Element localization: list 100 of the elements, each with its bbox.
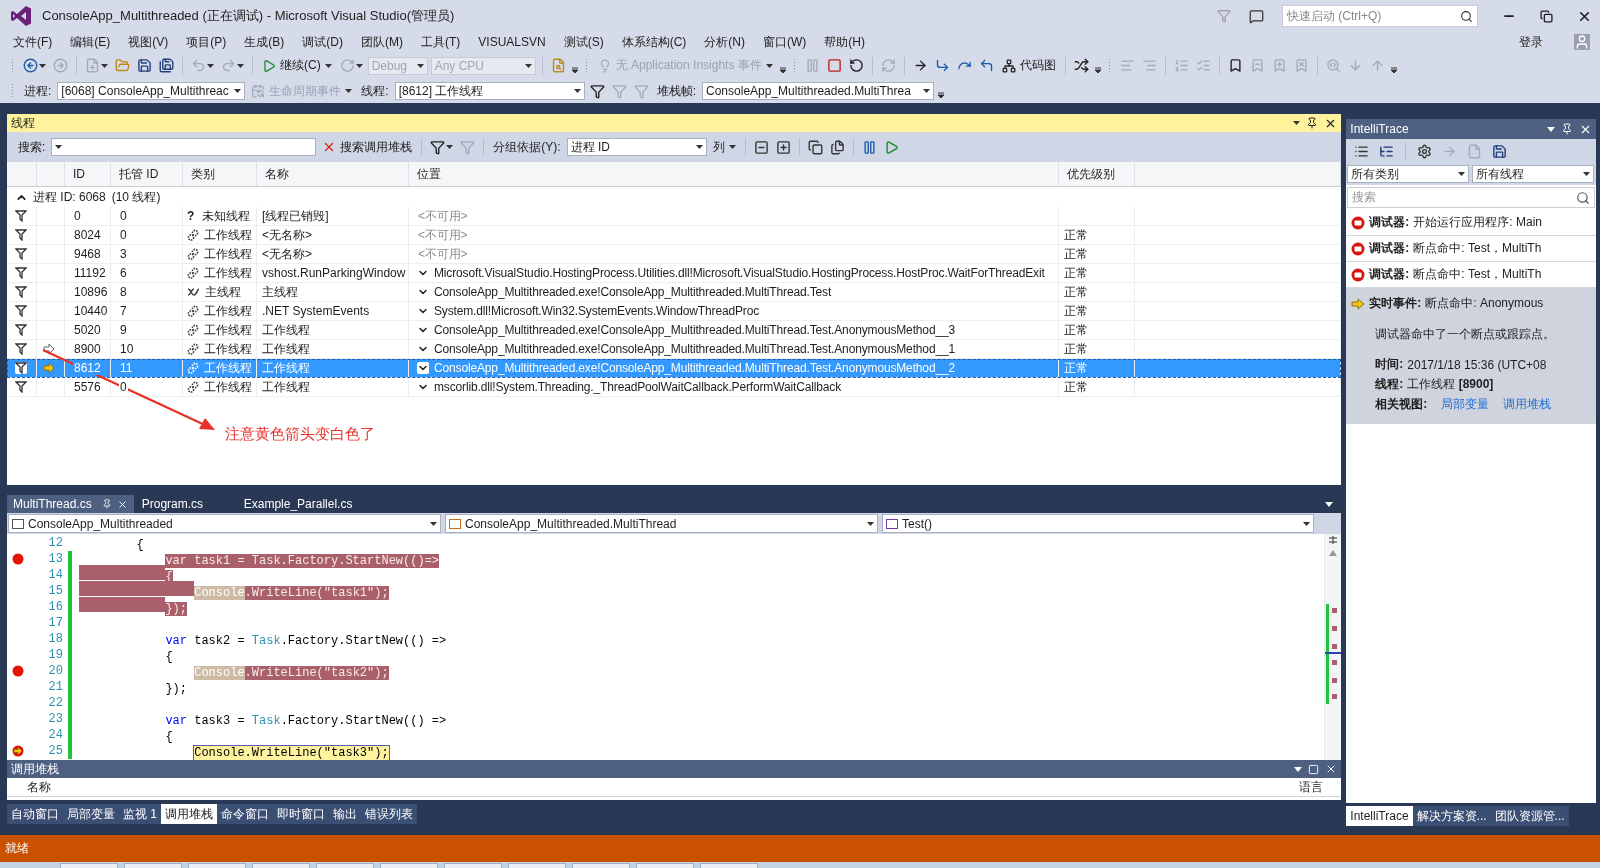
- filter-dropdown[interactable]: 所有类别: [1347, 165, 1470, 183]
- arrow-right-icon[interactable]: [912, 58, 928, 73]
- document-tab[interactable]: Program.cs: [135, 495, 236, 513]
- save-all-icon[interactable]: [159, 58, 174, 73]
- dropdown[interactable]: [6068] ConsoleApp_Multithreac: [57, 82, 246, 100]
- menu-item[interactable]: 文件(F): [4, 33, 62, 51]
- pin-icon[interactable]: [1306, 117, 1319, 129]
- thread-row[interactable]: 10896 8 主线程 主线程 ConsoleApp_Multithreaded.exe!ConsoleApp_Multithreaded.MultiThread.Test 正常: [7, 283, 1342, 302]
- thread-row[interactable]: 5020 9 工作线程 工作线程 ConsoleApp_Multithreaded.exe!ConsoleApp_Multithreaded.MultiThread.Test.AnonymousMethod__3 正常: [7, 321, 1342, 340]
- flag-icon[interactable]: [15, 362, 27, 374]
- menu-item[interactable]: 体系结构(C): [612, 33, 696, 51]
- tool-window-tab[interactable]: 监视 1: [119, 804, 161, 824]
- column-header[interactable]: 名称: [257, 162, 409, 186]
- save-icon[interactable]: [137, 58, 152, 73]
- tool-window-tab[interactable]: 团队资源管...: [1490, 806, 1569, 826]
- pause-icon[interactable]: [861, 139, 877, 155]
- tool-window-tab[interactable]: 命令窗口: [217, 804, 273, 824]
- tool-window-tab[interactable]: 局部变量: [63, 804, 119, 824]
- menu-item[interactable]: 帮助(H): [815, 33, 875, 51]
- flag-icon[interactable]: [15, 324, 27, 336]
- user-icon[interactable]: [1574, 34, 1590, 50]
- flag-icon[interactable]: [15, 267, 27, 279]
- code-map-button[interactable]: 代码图: [998, 56, 1059, 75]
- navigation-dropdown[interactable]: ConsoleApp_Multithreaded: [8, 514, 441, 533]
- menu-item[interactable]: 团队(M): [352, 33, 412, 51]
- restore-icon[interactable]: [1540, 9, 1553, 23]
- menu-item[interactable]: 生成(B): [235, 33, 294, 51]
- filter-dropdown[interactable]: 所有线程: [1472, 165, 1595, 183]
- menu-caret-icon[interactable]: [1294, 766, 1303, 772]
- current-breakpoint-icon[interactable]: [12, 745, 24, 757]
- breakpoint-icon[interactable]: [12, 665, 24, 677]
- tool-window-tab[interactable]: 解决方案资...: [1412, 806, 1491, 826]
- step-into-icon[interactable]: [934, 58, 950, 73]
- quick-launch-field[interactable]: 快速启动 (Ctrl+Q): [1282, 5, 1478, 27]
- save-icon[interactable]: [1492, 143, 1508, 159]
- navigation-dropdown[interactable]: Test(): [882, 514, 1314, 533]
- maximize-icon[interactable]: [1308, 763, 1320, 775]
- menu-item[interactable]: 视图(V): [119, 33, 178, 51]
- flag-icon[interactable]: [15, 381, 27, 393]
- tool-window-tab[interactable]: 错误列表: [361, 804, 417, 824]
- menu-item[interactable]: 编辑(E): [61, 33, 120, 51]
- expand-icon[interactable]: [775, 139, 791, 155]
- menu-item[interactable]: 窗口(W): [754, 33, 816, 51]
- bookmark-icon[interactable]: [1227, 58, 1243, 73]
- dropdown[interactable]: [8612] 工作线程: [394, 82, 585, 100]
- menu-item[interactable]: 工具(T): [412, 33, 470, 51]
- dropdown[interactable]: ConsoleApp_Multithreaded.MultiThrea: [702, 82, 935, 100]
- menu-caret-icon[interactable]: [1547, 126, 1555, 132]
- tool-window-tab[interactable]: 自动窗口: [7, 804, 63, 824]
- menu-item[interactable]: 项目(P): [177, 33, 236, 51]
- thread-row[interactable]: 8900 10 工作线程 工作线程 ConsoleApp_Multithreaded.exe!ConsoleApp_Multithreaded.MultiThread.Test.AnonymousMethod__1 正常: [7, 340, 1342, 359]
- filter-icon[interactable]: [589, 83, 605, 99]
- continue-button[interactable]: 继续(C): [259, 56, 335, 75]
- column-header[interactable]: 名称: [27, 778, 51, 796]
- menu-caret-icon[interactable]: [1293, 121, 1301, 125]
- column-header[interactable]: 托管 ID: [111, 162, 183, 186]
- flag-icon[interactable]: [15, 305, 27, 317]
- breakpoint-icon[interactable]: [12, 553, 24, 565]
- column-header[interactable]: 位置: [409, 162, 1059, 186]
- caret-icon[interactable]: [39, 63, 46, 68]
- navigation-dropdown[interactable]: ConsoleApp_Multithreaded.MultiThread: [445, 514, 878, 533]
- thread-row[interactable]: 10440 7 工作线程 .NET SystemEvents System.dll!Microsoft.Win32.SystemEvents.WindowThreadProc 正常: [7, 302, 1342, 321]
- flag-icon[interactable]: [15, 248, 27, 260]
- settings-icon[interactable]: [1417, 143, 1433, 159]
- scroll-bar[interactable]: [1324, 534, 1342, 760]
- copy-icon[interactable]: [829, 139, 845, 155]
- column-header[interactable]: 优先级别: [1059, 162, 1135, 186]
- thread-row[interactable]: 8024 0 工作线程 <无名称> <不可用> 正常: [7, 226, 1342, 245]
- back-icon[interactable]: [23, 58, 38, 73]
- tool-window-tab[interactable]: 输出: [329, 804, 361, 824]
- filter-icon[interactable]: [430, 139, 446, 155]
- thread-row[interactable]: 9468 3 工作线程 <无名称> <不可用> 正常: [7, 245, 1342, 264]
- flag-icon[interactable]: [15, 286, 27, 298]
- menu-item[interactable]: 调试(D): [293, 33, 352, 51]
- columns-button[interactable]: 列: [709, 137, 739, 157]
- stop-icon[interactable]: [826, 58, 842, 73]
- search-call-stack-button[interactable]: 搜索调用堆栈: [319, 137, 416, 157]
- menu-item[interactable]: VISUALSVN: [469, 35, 555, 49]
- thread-row[interactable]: 11192 6 工作线程 vshost.RunParkingWindow Microsoft.VisualStudio.HostingProcess.Utilities.dll!Microsoft.VisualStudio.HostingProcess.HostProc.WaitForThreadExit 正常: [7, 264, 1342, 283]
- list-icon[interactable]: [1354, 143, 1370, 159]
- restart-icon[interactable]: [848, 58, 864, 73]
- menu-item[interactable]: 分析(N): [695, 33, 755, 51]
- step-out-icon[interactable]: [978, 58, 994, 73]
- tool-window-tab[interactable]: 即时窗口: [273, 804, 329, 824]
- tab-menu-icon[interactable]: [1325, 501, 1334, 507]
- tool-window-tab[interactable]: IntelliTrace: [1346, 806, 1413, 826]
- pin-icon[interactable]: [1561, 123, 1573, 135]
- menu-item[interactable]: 测试(S): [554, 33, 613, 51]
- flag-icon[interactable]: [15, 343, 27, 355]
- column-header[interactable]: 语言: [1299, 778, 1324, 796]
- play-icon[interactable]: [883, 139, 899, 155]
- dropdown[interactable]: 进程 ID: [566, 138, 707, 156]
- column-header[interactable]: ID: [65, 162, 111, 186]
- shuffle-icon[interactable]: [1073, 58, 1089, 73]
- sign-in-link[interactable]: 登录: [1510, 33, 1552, 51]
- tree-icon[interactable]: [1379, 143, 1395, 159]
- thread-row[interactable]: 0 0 ? 未知线程 [线程已销毁] <不可用>: [7, 207, 1342, 226]
- thread-row[interactable]: 5576 0 工作线程 工作线程 mscorlib.dll!System.Threading._ThreadPoolWaitCallback.PerformWaitCallback 正常: [7, 378, 1342, 397]
- collapse-icon[interactable]: [753, 139, 769, 155]
- column-header[interactable]: 类别: [183, 162, 257, 186]
